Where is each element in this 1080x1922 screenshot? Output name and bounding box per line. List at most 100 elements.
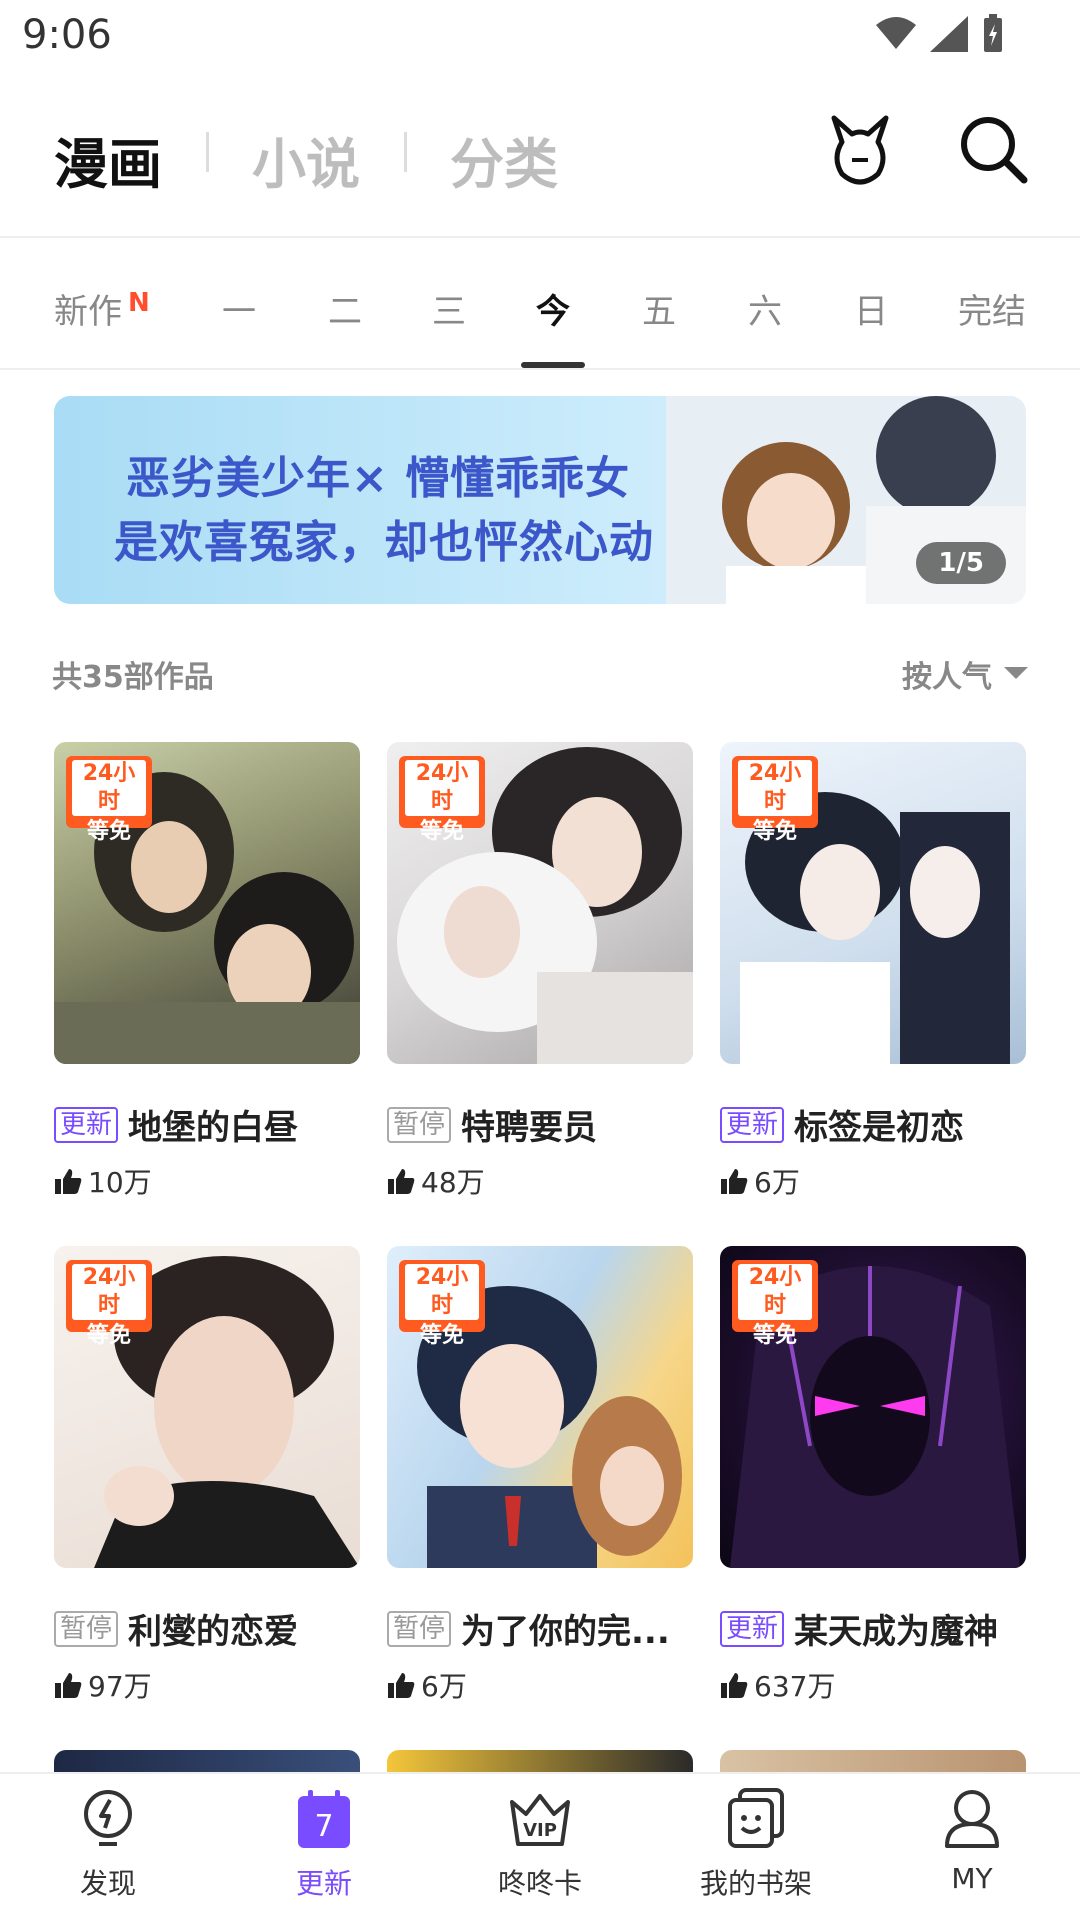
comic-card[interactable]: 24小时 等免 暂停 利燮的恋爱 97万 xyxy=(54,1246,360,1705)
status-badge: 暂停 xyxy=(387,1610,452,1647)
comic-card[interactable]: 24小时 等免 暂停 为了你的完... 6万 xyxy=(387,1246,693,1705)
likes-count: 48万 xyxy=(421,1166,485,1199)
search-icon[interactable] xyxy=(958,114,1028,186)
new-badge: N xyxy=(128,288,150,318)
tab-novels[interactable]: 小说 xyxy=(252,120,360,199)
nav-my[interactable]: MY xyxy=(892,1788,1052,1895)
day-tab-new[interactable]: 新作 N xyxy=(54,284,150,333)
free-wait-tag: 24小时 等免 xyxy=(399,756,485,844)
sort-label: 按人气 xyxy=(902,660,992,695)
likes-count: 637万 xyxy=(754,1670,836,1703)
comic-title: 利燮的恋爱 xyxy=(128,1612,299,1652)
lightbulb-icon xyxy=(84,1790,132,1846)
comic-title: 为了你的完... xyxy=(461,1612,670,1652)
tab-comics[interactable]: 漫画 xyxy=(54,120,162,199)
calendar-date: 7 xyxy=(314,1809,333,1844)
comic-title: 某天成为魔神 xyxy=(794,1612,999,1652)
free-tag-line-1: 24小时 xyxy=(738,760,812,816)
comic-cover[interactable]: 24小时 等免 xyxy=(387,1246,693,1568)
comic-card[interactable]: 24小时 等免 更新 标签是初恋 6万 xyxy=(720,742,1026,1201)
thumbs-up-icon xyxy=(388,1169,415,1194)
likes-count: 6万 xyxy=(754,1166,800,1199)
comic-cover[interactable]: 24小时 等免 xyxy=(54,742,360,1064)
nav-label: MY xyxy=(951,1862,993,1895)
tab-divider xyxy=(404,132,407,172)
sort-dropdown[interactable]: 按人气 xyxy=(902,652,1028,696)
comic-title-row: 更新 某天成为魔神 xyxy=(720,1604,1026,1653)
banner-line-2: 是欢喜冤家，却也怦然心动 xyxy=(114,517,654,568)
day-tab-sat[interactable]: 六 xyxy=(748,284,782,333)
status-badge: 更新 xyxy=(54,1106,119,1143)
day-tab-tue[interactable]: 二 xyxy=(328,284,362,333)
crown-icon: VIP xyxy=(510,1794,570,1846)
top-tab-bar: 漫画 小说 分类 xyxy=(0,90,1080,238)
status-badge: 暂停 xyxy=(54,1610,119,1647)
comic-title-row: 暂停 为了你的完... xyxy=(387,1604,693,1653)
free-wait-tag: 24小时 等免 xyxy=(66,1260,152,1348)
comic-card[interactable]: 24小时 等免 更新 某天成为魔神 637万 xyxy=(720,1246,1026,1705)
vip-text: VIP xyxy=(523,1820,557,1841)
likes-row: 48万 xyxy=(387,1161,693,1201)
free-tag-line-2: 等免 xyxy=(86,819,131,844)
day-tab-wed[interactable]: 三 xyxy=(432,284,466,333)
thumbs-up-icon xyxy=(55,1673,82,1698)
comic-cover[interactable]: 24小时 等免 xyxy=(720,742,1026,1064)
tab-categories[interactable]: 分类 xyxy=(450,120,558,199)
free-tag-line-2: 等免 xyxy=(86,1323,131,1348)
status-icons xyxy=(876,14,1004,54)
nav-updates[interactable]: 7 更新 xyxy=(244,1788,404,1902)
nav-label: 我的书架 xyxy=(699,1867,812,1900)
status-badge: 暂停 xyxy=(387,1106,452,1143)
day-tab-sun[interactable]: 日 xyxy=(854,284,888,333)
thumbs-up-icon xyxy=(55,1169,82,1194)
likes-row: 6万 xyxy=(720,1161,1026,1201)
free-tag-line-2: 等免 xyxy=(752,1323,797,1348)
works-count: 共35部作品 xyxy=(52,660,214,695)
nav-label: 更新 xyxy=(295,1867,352,1900)
day-tab-fri[interactable]: 五 xyxy=(642,284,676,333)
comic-card[interactable]: 24小时 等免 更新 地堡的白昼 10万 xyxy=(54,742,360,1201)
comic-cover[interactable]: 24小时 等免 xyxy=(54,1246,360,1568)
user-icon xyxy=(945,1790,999,1848)
likes-count: 10万 xyxy=(88,1166,152,1199)
free-wait-tag: 24小时 等免 xyxy=(66,756,152,844)
day-tab-label: 新作 xyxy=(54,292,122,332)
weekday-tab-bar: 新作 N 一 二 三 今 五 六 日 完结 xyxy=(0,236,1080,370)
comic-title: 标签是初恋 xyxy=(794,1108,965,1148)
nav-bookshelf[interactable]: 我的书架 xyxy=(676,1788,836,1902)
free-tag-line-1: 24小时 xyxy=(72,760,146,816)
thumbs-up-icon xyxy=(388,1673,415,1698)
nav-vip-card[interactable]: VIP 咚咚卡 xyxy=(460,1788,620,1902)
free-wait-tag: 24小时 等免 xyxy=(732,1260,818,1348)
nav-discover[interactable]: 发现 xyxy=(28,1788,188,1902)
comic-title-row: 更新 地堡的白昼 xyxy=(54,1100,360,1149)
free-tag-line-1: 24小时 xyxy=(405,760,479,816)
day-tab-today[interactable]: 今 xyxy=(536,284,570,333)
day-tab-completed[interactable]: 完结 xyxy=(958,284,1026,333)
day-tab-mon[interactable]: 一 xyxy=(222,284,256,333)
thumbs-up-icon xyxy=(721,1169,748,1194)
comic-cover[interactable]: 24小时 等免 xyxy=(720,1246,1026,1568)
comic-cover[interactable]: 24小时 等免 xyxy=(387,742,693,1064)
mascot-icon[interactable] xyxy=(828,114,892,186)
comic-title-row: 暂停 特聘要员 xyxy=(387,1100,693,1149)
free-tag-line-2: 等免 xyxy=(419,819,464,844)
bottom-nav: 发现 7 更新 VIP 咚咚卡 我的书架 MY xyxy=(0,1772,1080,1922)
free-tag-line-2: 等免 xyxy=(419,1323,464,1348)
comic-title: 特聘要员 xyxy=(461,1108,598,1148)
status-bar: 9:06 xyxy=(0,0,1080,80)
comic-card[interactable]: 24小时 等免 暂停 特聘要员 48万 xyxy=(387,742,693,1201)
tab-divider xyxy=(206,132,209,172)
banner-line-1: 恶劣美少年× 懵懂乖乖女 xyxy=(126,453,631,504)
promo-banner[interactable]: 恶劣美少年× 懵懂乖乖女 是欢喜冤家，却也怦然心动 1/5 xyxy=(54,396,1026,604)
status-time: 9:06 xyxy=(22,12,112,58)
nav-label: 发现 xyxy=(79,1867,136,1900)
free-wait-tag: 24小时 等免 xyxy=(732,756,818,844)
likes-row: 10万 xyxy=(54,1161,360,1201)
likes-row: 637万 xyxy=(720,1665,1026,1705)
status-badge: 更新 xyxy=(720,1106,785,1143)
signal-icon xyxy=(930,16,968,52)
banner-page-counter: 1/5 xyxy=(916,542,1006,584)
likes-count: 6万 xyxy=(421,1670,467,1703)
likes-count: 97万 xyxy=(88,1670,152,1703)
